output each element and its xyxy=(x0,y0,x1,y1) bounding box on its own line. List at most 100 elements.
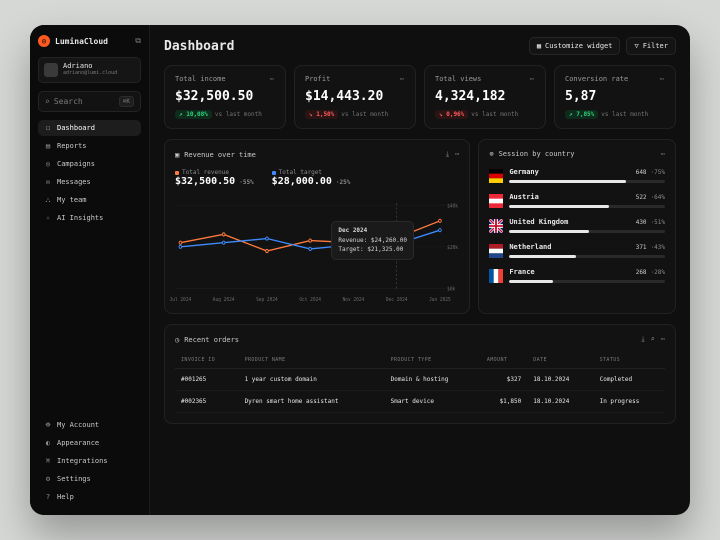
column-header[interactable]: PRODUCT NAME xyxy=(239,352,385,369)
kpi-card-total-views: Total views ⋯ 4,324,182 ↘ 0,96% vs last … xyxy=(424,65,546,129)
help-icon: ? xyxy=(44,493,52,501)
kpi-menu-icon[interactable]: ⋯ xyxy=(270,75,275,83)
sidebar-item-label: Dashboard xyxy=(57,124,95,132)
brand-name: LuminaCloud xyxy=(55,37,108,46)
kpi-note: vs last month xyxy=(601,111,648,118)
sidebar-item-label: My team xyxy=(57,196,87,204)
column-header[interactable]: INVOICE ID xyxy=(175,352,239,369)
sessions-title: Session by country xyxy=(499,150,575,158)
country-name: Netherland xyxy=(509,243,551,251)
chart-tooltip: Dec 2024 Revenue: $24,260.00 Target: $21… xyxy=(331,221,414,260)
revenue-title: Revenue over time xyxy=(184,151,256,159)
flag-at-icon xyxy=(489,194,503,208)
customize-widget-button[interactable]: ▦ Customize widget xyxy=(529,37,621,55)
date: 18.10.2024 xyxy=(527,369,593,391)
country-count: 430 xyxy=(636,219,647,226)
more-icon[interactable]: ⋯ xyxy=(455,150,459,159)
avatar xyxy=(44,63,58,77)
my-account-icon: ⛯ xyxy=(44,421,52,429)
svg-text:Jan 2025: Jan 2025 xyxy=(429,297,451,303)
kpi-label: Total income xyxy=(175,75,226,83)
svg-text:$20k: $20k xyxy=(447,245,458,251)
sidebar-item-help[interactable]: ? Help xyxy=(38,489,141,505)
sidebar-item-label: Settings xyxy=(57,475,91,483)
sidebar-item-ai-insights[interactable]: ✧ AI Insights xyxy=(38,210,141,226)
svg-text:Aug 2024: Aug 2024 xyxy=(213,297,235,303)
kpi-menu-icon[interactable]: ⋯ xyxy=(530,75,535,83)
svg-text:$0k: $0k xyxy=(447,286,455,292)
flag-fr-icon xyxy=(489,269,503,283)
kpi-card-total-income: Total income ⋯ $32,500.50 ↗ 10,08% vs la… xyxy=(164,65,286,129)
column-header[interactable]: AMOUNT xyxy=(481,352,527,369)
dashboard-icon: ◻ xyxy=(44,124,52,132)
sidebar-item-reports[interactable]: ▤ Reports xyxy=(38,138,141,154)
table-row[interactable]: #002365 Dyren smart home assistant Smart… xyxy=(175,391,665,413)
sidebar-item-appearance[interactable]: ◐ Appearance xyxy=(38,435,141,451)
kpi-delta: ↘ 0,96% xyxy=(435,110,468,119)
sidebar-item-label: Messages xyxy=(57,178,91,186)
column-header[interactable]: PRODUCT TYPE xyxy=(385,352,481,369)
flag-uk-icon xyxy=(489,219,503,233)
country-count: 522 xyxy=(636,194,647,201)
kpi-value: $14,443.20 xyxy=(305,89,405,104)
country-row-fr: France 268 ·28% xyxy=(489,268,665,283)
tooltip-title: Dec 2024 xyxy=(338,227,407,235)
sidebar-item-my-team[interactable]: ⛬ My team xyxy=(38,192,141,208)
search-kbd: ⌘K xyxy=(119,96,134,107)
search-placeholder: Search xyxy=(54,97,83,106)
customize-label: Customize widget xyxy=(545,42,612,50)
country-name: Germany xyxy=(509,168,539,176)
sidebar-item-label: Reports xyxy=(57,142,87,150)
search-icon: ⌕ xyxy=(45,97,50,106)
integrations-icon: ⌘ xyxy=(44,457,52,465)
country-name: Austria xyxy=(509,193,539,201)
svg-text:Nov 2024: Nov 2024 xyxy=(343,297,365,303)
user-menu[interactable]: Adriano adriano@lumi.cloud xyxy=(38,57,141,83)
sidebar-item-my-account[interactable]: ⛯ My Account xyxy=(38,417,141,433)
sidebar-item-settings[interactable]: ⚙ Settings xyxy=(38,471,141,487)
collapse-sidebar-icon[interactable]: ⧉ xyxy=(135,36,141,46)
filter-button[interactable]: ▽ Filter xyxy=(626,37,676,55)
globe-icon: ⊚ xyxy=(489,150,493,158)
sidebar-item-campaigns[interactable]: ◎ Campaigns xyxy=(38,156,141,172)
kpi-card-conversion-rate: Conversion rate ⋯ 5,87 ↗ 7,85% vs last m… xyxy=(554,65,676,129)
sidebar-item-label: Help xyxy=(57,493,74,501)
column-header[interactable]: STATUS xyxy=(594,352,665,369)
orders-title: Recent orders xyxy=(184,336,239,344)
product-type: Smart device xyxy=(385,391,481,413)
table-row[interactable]: #001265 1 year custom domain Domain & ho… xyxy=(175,369,665,391)
sidebar-item-label: Campaigns xyxy=(57,160,95,168)
more-icon[interactable]: ⋯ xyxy=(661,150,665,158)
search-input[interactable]: ⌕ Search ⌘K xyxy=(38,91,141,112)
kpi-delta: ↘ 1,50% xyxy=(305,110,338,119)
search-icon[interactable]: ⌕ xyxy=(651,335,655,344)
kpi-menu-icon[interactable]: ⋯ xyxy=(400,75,405,83)
page-title: Dashboard xyxy=(164,39,234,54)
more-icon[interactable]: ⋯ xyxy=(661,335,665,344)
product-name: Dyren smart home assistant xyxy=(239,391,385,413)
settings-icon: ⚙ xyxy=(44,475,52,483)
country-row-uk: United Kingdom 430 ·51% xyxy=(489,218,665,233)
kpi-note: vs last month xyxy=(471,111,518,118)
kpi-menu-icon[interactable]: ⋯ xyxy=(660,75,665,83)
brand-logo-icon: ◎ xyxy=(38,35,50,47)
sessions-panel: ⊚ Session by country ⋯ Germany 648 ·75% … xyxy=(478,139,676,314)
ai-insights-icon: ✧ xyxy=(44,214,52,222)
country-pct: ·43% xyxy=(651,244,665,251)
country-bar xyxy=(509,205,665,208)
my-team-icon: ⛬ xyxy=(44,196,52,204)
legend-item: Total target $28,000.00·25% xyxy=(272,169,351,187)
sidebar-item-messages[interactable]: ✉ Messages xyxy=(38,174,141,190)
country-bar xyxy=(509,280,665,283)
invoice-id: #002365 xyxy=(175,391,239,413)
download-icon[interactable]: ⤓ xyxy=(446,150,449,159)
column-header[interactable]: DATE xyxy=(527,352,593,369)
country-pct: ·75% xyxy=(651,169,665,176)
sidebar-item-label: AI Insights xyxy=(57,214,103,222)
download-icon[interactable]: ⤓ xyxy=(641,335,644,344)
filter-label: Filter xyxy=(643,42,668,50)
sidebar-item-integrations[interactable]: ⌘ Integrations xyxy=(38,453,141,469)
svg-text:$40k: $40k xyxy=(447,203,458,209)
sidebar-item-dashboard[interactable]: ◻ Dashboard xyxy=(38,120,141,136)
svg-text:Dec 2024: Dec 2024 xyxy=(386,297,408,303)
